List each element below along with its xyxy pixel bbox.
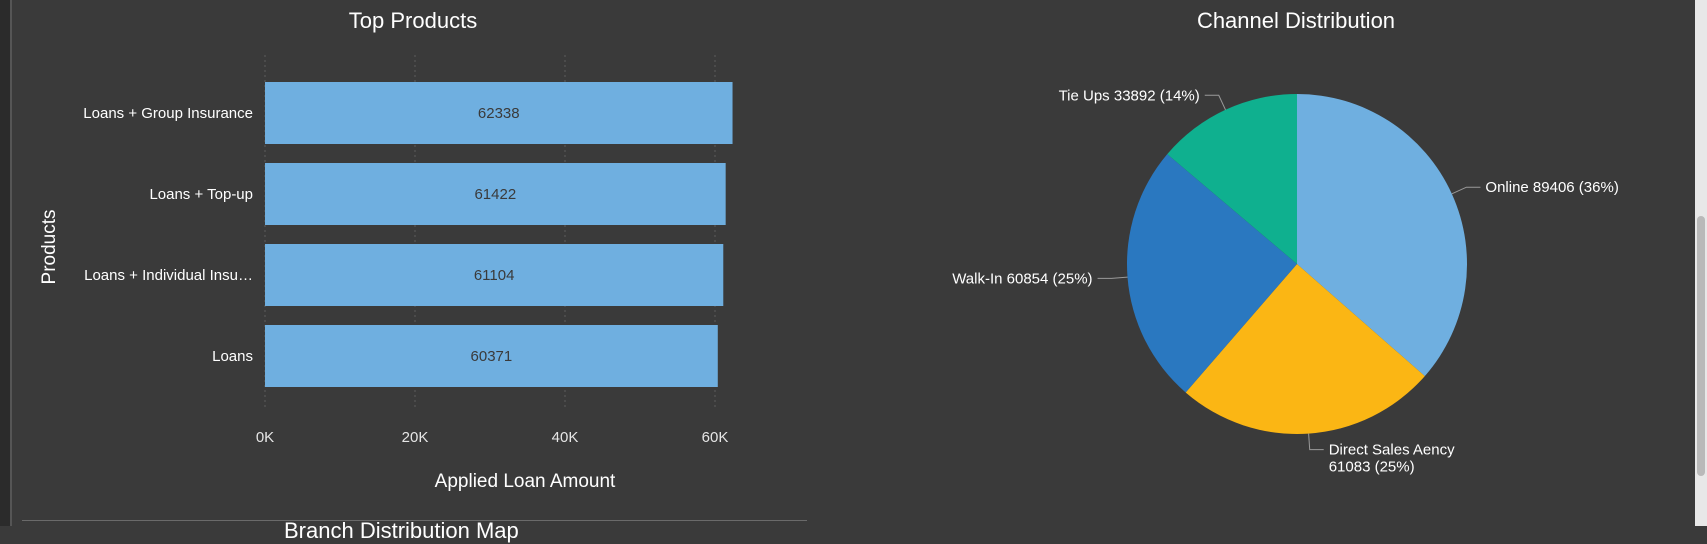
bar-value-label: 61104 bbox=[474, 267, 515, 284]
pie-leader-line bbox=[1204, 94, 1226, 110]
category-label: Loans bbox=[212, 348, 253, 365]
bar-value-label: 61422 bbox=[474, 186, 516, 203]
top-products-chart: Top Products 62338 61422 61104 60371 0K 20K 4… bbox=[39, 8, 733, 492]
category-label: Loans + Top-up bbox=[149, 186, 253, 203]
x-tick-label: 40K bbox=[552, 429, 579, 446]
x-axis-label: Applied Loan Amount bbox=[435, 471, 616, 492]
x-tick-label: 0K bbox=[256, 429, 274, 446]
pie-leader-line bbox=[1451, 186, 1481, 195]
pie-leader-line bbox=[1308, 433, 1324, 451]
branch-distribution-title: Branch Distribution Map bbox=[284, 518, 519, 543]
x-tick-label: 60K bbox=[702, 429, 729, 446]
pie-slice-label: Tie Ups 33892 (14%) bbox=[1059, 87, 1200, 104]
channel-distribution-chart: Channel Distribution Online 89406 (36%) D… bbox=[952, 8, 1619, 476]
category-label: Loans + Individual Insu… bbox=[84, 267, 253, 284]
pie-slice-label: Direct Sales Aency 61083 (25%) bbox=[1329, 442, 1455, 476]
x-tick-label: 20K bbox=[402, 429, 429, 446]
bar-value-label: 62338 bbox=[478, 105, 520, 122]
bar-value-label: 60371 bbox=[471, 348, 513, 365]
y-axis-label: Products bbox=[39, 210, 60, 285]
pie-slice-label: Online 89406 (36%) bbox=[1485, 179, 1618, 196]
pie-leader-line bbox=[1097, 276, 1128, 279]
channel-distribution-title: Channel Distribution bbox=[1197, 8, 1395, 33]
pie-slice-label: Walk-In 60854 (25%) bbox=[952, 270, 1092, 287]
top-products-title: Top Products bbox=[349, 8, 477, 33]
category-label: Loans + Group Insurance bbox=[83, 105, 253, 122]
